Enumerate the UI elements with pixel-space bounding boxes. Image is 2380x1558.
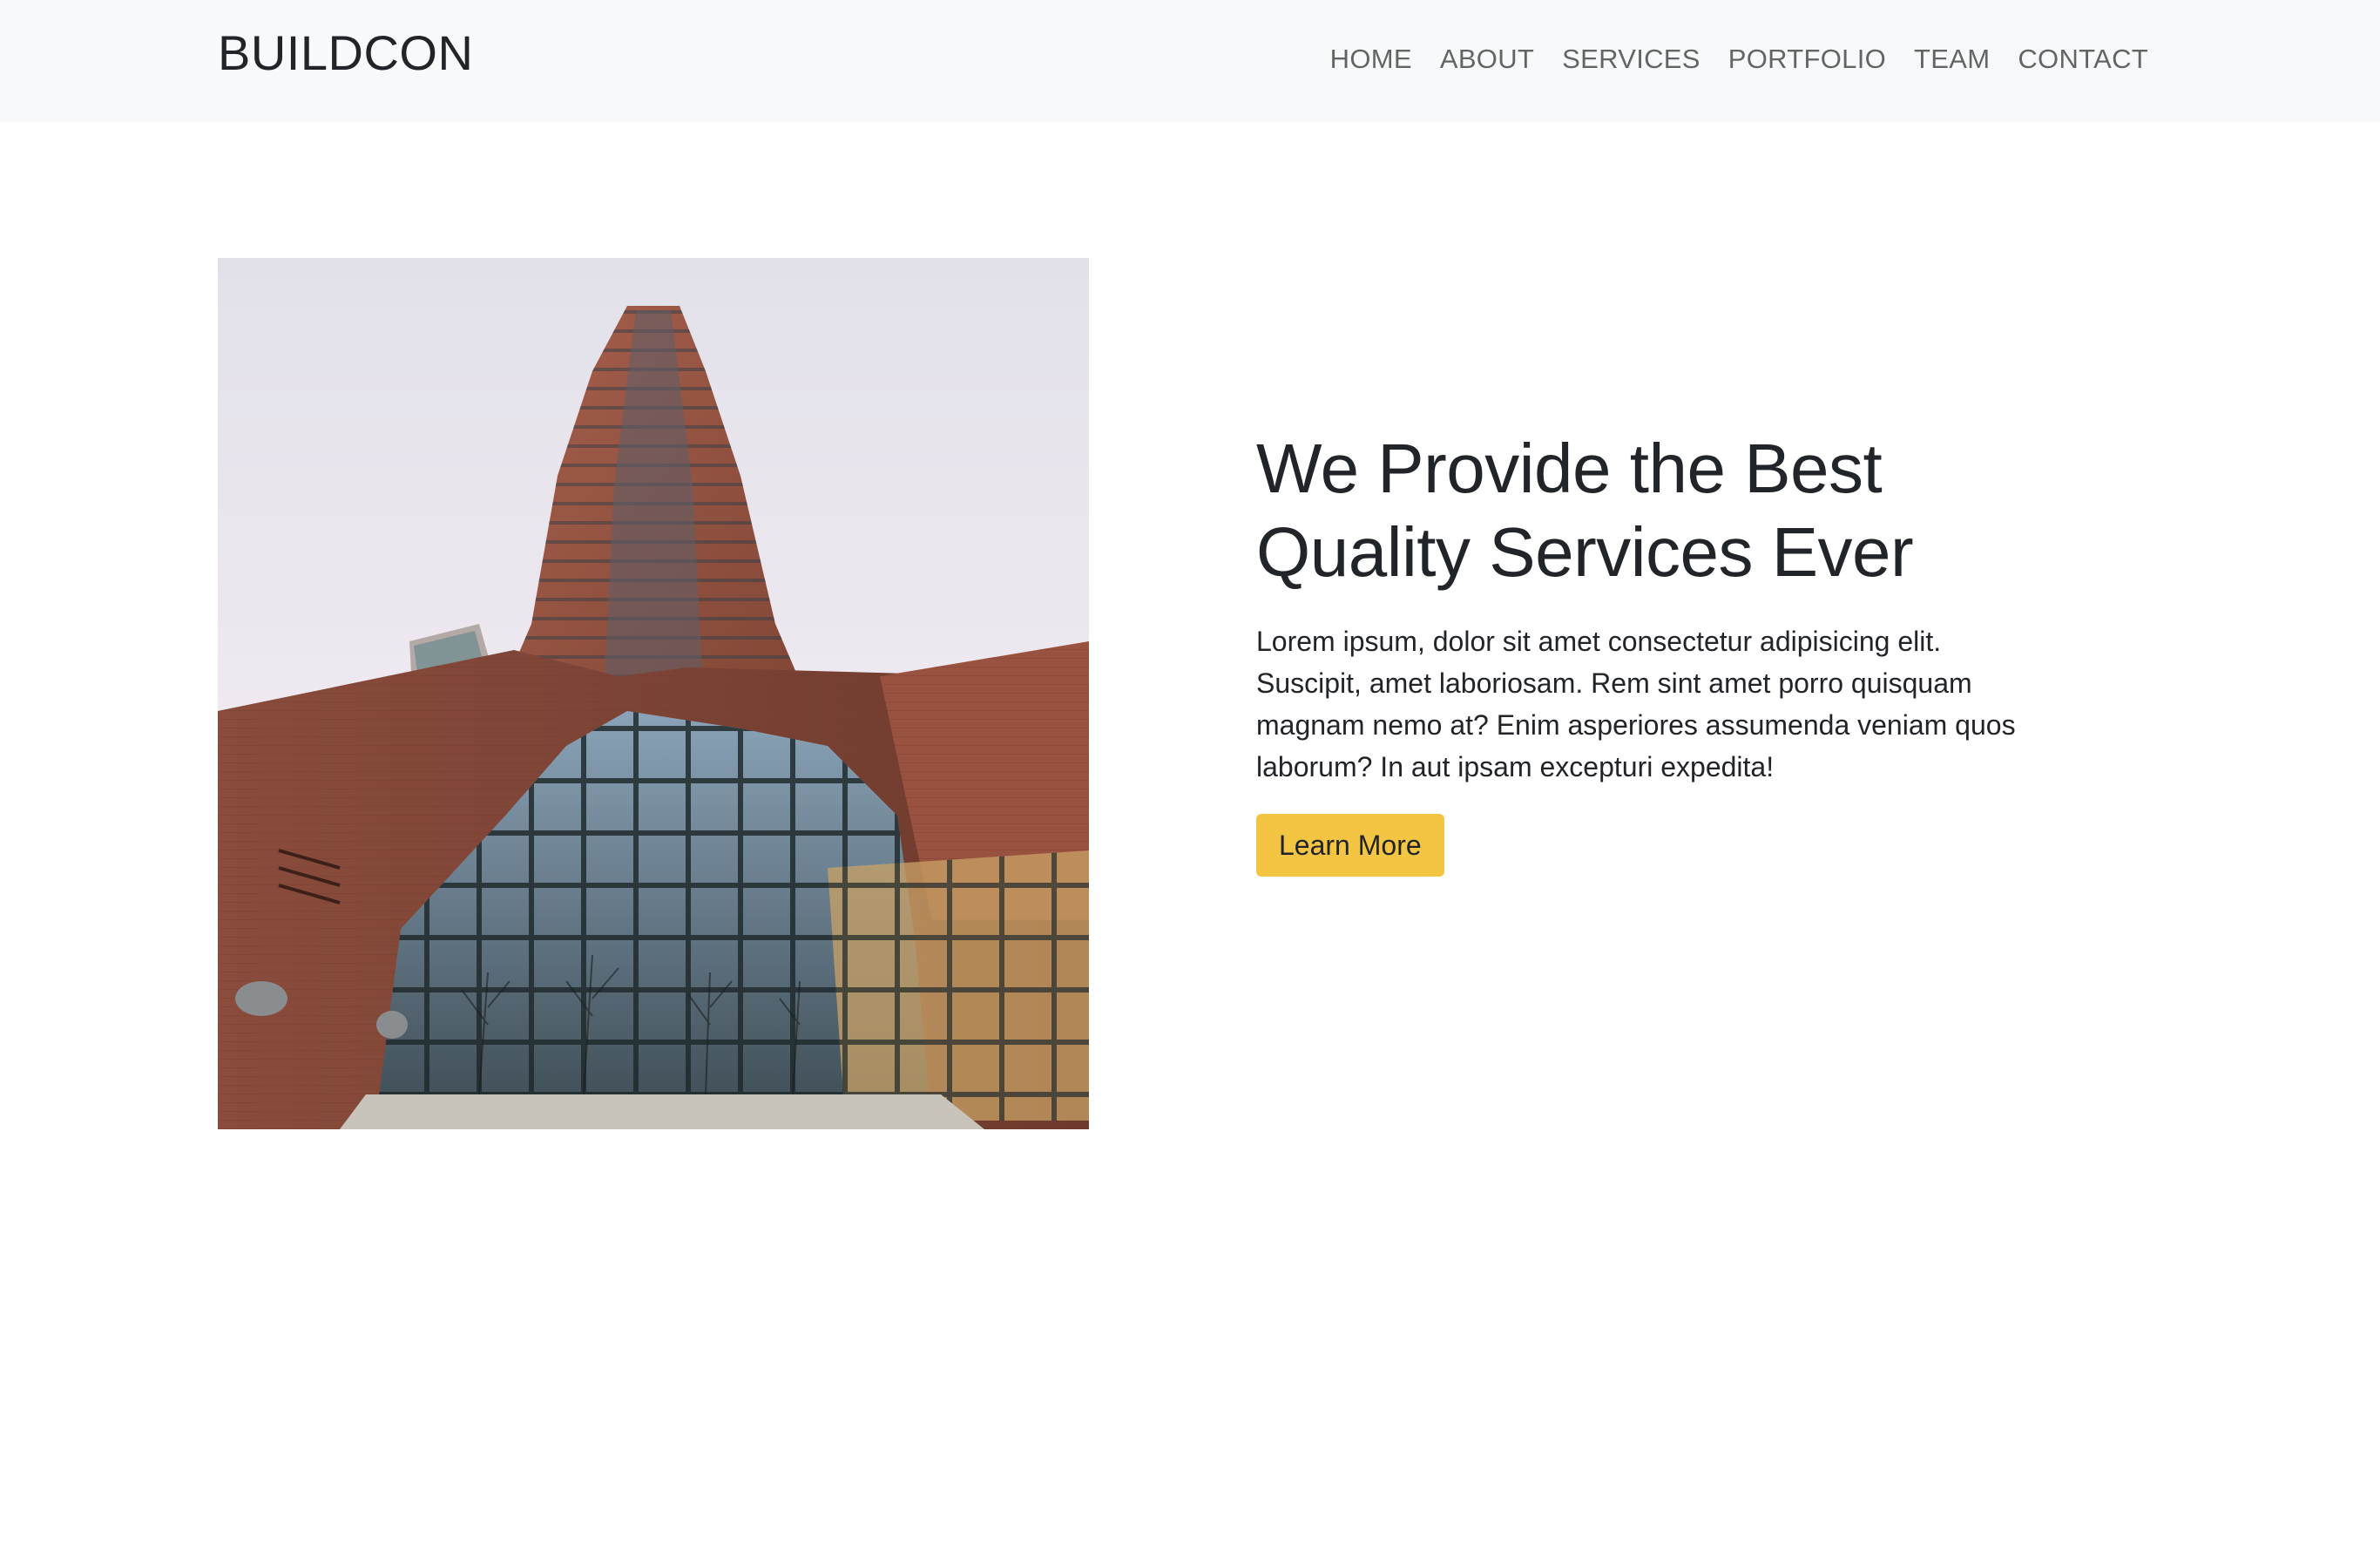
nav-item-team: TEAM (1914, 42, 1990, 77)
brand-logo[interactable]: BUILDCON (218, 24, 473, 82)
hero-description: Lorem ipsum, dolor sit amet consectetur … (1256, 626, 2016, 782)
nav-menu: HOME ABOUT SERVICES PORTFOLIO TEAM CONTA… (1330, 42, 2148, 77)
hero-image (218, 258, 1089, 1129)
nav-item-services: SERVICES (1562, 42, 1700, 77)
nav-link-portfolio[interactable]: PORTFOLIO (1728, 42, 1886, 77)
nav-link-team[interactable]: TEAM (1914, 42, 1990, 77)
navbar: BUILDCON HOME ABOUT SERVICES PORTFOLIO T… (0, 0, 2380, 122)
hero-content: We Provide the Best Quality Services Eve… (1256, 427, 2023, 877)
nav-link-services[interactable]: SERVICES (1562, 42, 1700, 77)
nav-item-portfolio: PORTFOLIO (1728, 42, 1886, 77)
nav-link-about[interactable]: ABOUT (1440, 42, 1534, 77)
nav-item-home: HOME (1330, 42, 1412, 77)
nav-item-about: ABOUT (1440, 42, 1534, 77)
learn-more-button[interactable]: Learn More (1256, 814, 1444, 877)
nav-link-contact[interactable]: CONTACT (2018, 42, 2148, 77)
hero-headline: We Provide the Best Quality Services Eve… (1256, 430, 1914, 591)
nav-link-home[interactable]: HOME (1330, 42, 1412, 77)
nav-item-contact: CONTACT (2018, 42, 2148, 77)
skyscraper-photo (218, 258, 1089, 1129)
